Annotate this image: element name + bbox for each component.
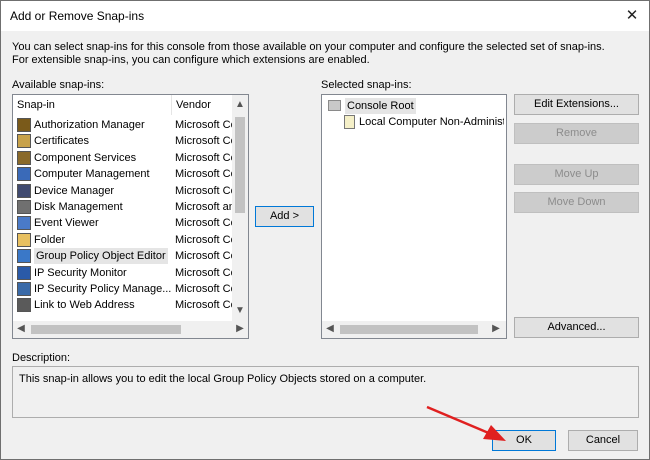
tree-item-label: Local Computer Non-Administra <box>359 116 504 128</box>
snapin-vendor: Microsoft Co <box>175 250 232 263</box>
snapin-name: Group Policy Object Editor <box>34 248 168 265</box>
snapin-name: IP Security Policy Manage... <box>34 283 172 295</box>
scroll-right-arrow-icon[interactable]: ▶ <box>232 321 248 337</box>
annotation-arrow-icon <box>426 405 506 441</box>
column-header-snapin[interactable]: Snap-in <box>13 95 169 115</box>
snapin-list-item[interactable]: Folder Microsoft Co <box>17 232 232 248</box>
snapin-list-item[interactable]: Event Viewer Microsoft Co <box>17 215 232 231</box>
description-text: This snap-in allows you to edit the loca… <box>19 373 427 385</box>
add-remove-snapins-dialog: Add or Remove Snap-ins ✕ You can select … <box>0 0 650 460</box>
close-icon: ✕ <box>625 7 639 24</box>
intro-text: You can select snap-ins for this console… <box>12 41 605 66</box>
description-box: This snap-in allows you to edit the loca… <box>12 366 639 418</box>
horizontal-scroll-thumb[interactable] <box>340 325 478 334</box>
horizontal-scrollbar[interactable]: ◀ ▶ <box>13 321 248 338</box>
scroll-down-arrow-icon[interactable]: ▼ <box>232 303 248 319</box>
move-up-button[interactable]: Move Up <box>514 164 639 185</box>
snapin-list-item[interactable]: Link to Web Address Microsoft Co <box>17 297 232 313</box>
cancel-button[interactable]: Cancel <box>568 430 638 451</box>
snapin-vendor: Microsoft Co <box>175 283 232 295</box>
snapin-vendor: Microsoft Co <box>175 151 232 164</box>
horizontal-scroll-thumb[interactable] <box>31 325 181 334</box>
snapin-vendor: Microsoft Co <box>175 233 232 246</box>
ip-security-monitor-icon <box>17 265 31 280</box>
computer-management-icon <box>17 167 31 182</box>
snapin-name: Event Viewer <box>34 217 99 230</box>
tree-item-label: Console Root <box>345 98 416 114</box>
snapin-vendor: Microsoft Co <box>175 266 232 279</box>
snapin-name: Disk Management <box>34 201 123 213</box>
scroll-right-arrow-icon[interactable]: ▶ <box>488 321 504 337</box>
snapin-list-item[interactable]: Device Manager Microsoft Co <box>17 183 232 199</box>
selected-snapins-label: Selected snap-ins: <box>321 79 412 91</box>
device-manager-icon <box>17 183 31 198</box>
snapin-vendor: Microsoft Co <box>175 299 232 312</box>
snapin-list-item[interactable]: Authorization Manager Microsoft Co <box>17 117 232 133</box>
snapin-vendor: Microsoft an <box>175 201 232 213</box>
horizontal-scrollbar[interactable]: ◀ ▶ <box>322 321 506 338</box>
snapin-list-item[interactable]: Certificates Microsoft Co <box>17 133 232 149</box>
snapin-vendor: Microsoft Co <box>175 184 232 197</box>
column-header-vendor[interactable]: Vendor <box>171 95 227 115</box>
scroll-up-arrow-icon[interactable]: ▲ <box>232 97 248 113</box>
link-icon <box>17 298 31 313</box>
snapin-list-item[interactable]: Disk Management Microsoft an <box>17 199 232 215</box>
snapin-vendor: Microsoft Co <box>175 119 232 131</box>
close-button[interactable]: ✕ <box>619 4 645 28</box>
selected-snapins-tree[interactable]: Console Root Local Computer Non-Administ… <box>321 94 507 339</box>
snapin-list-item[interactable]: Component Services Microsoft Co <box>17 150 232 166</box>
add-button[interactable]: Add > <box>255 206 314 227</box>
available-snapins-label: Available snap-ins: <box>12 79 105 91</box>
snapin-name: Folder <box>34 233 66 246</box>
snapin-name: Computer Management <box>34 168 150 181</box>
snapin-name: Device Manager <box>34 184 115 197</box>
event-viewer-icon <box>17 216 31 231</box>
snapin-name: Link to Web Address <box>34 299 135 312</box>
snapin-name: Component Services <box>34 151 137 164</box>
group-policy-icon <box>17 249 31 264</box>
vertical-scrollbar[interactable]: ▲ ▼ <box>232 95 248 321</box>
snapin-vendor: Microsoft Co <box>175 168 232 181</box>
component-services-icon <box>17 150 31 165</box>
move-down-button[interactable]: Move Down <box>514 192 639 213</box>
authorization-manager-icon <box>17 118 31 132</box>
snapin-vendor: Microsoft Co <box>175 217 232 230</box>
available-snapins-list[interactable]: Snap-in Vendor Authorization Manager Micr… <box>12 94 249 339</box>
snapin-name: Authorization Manager <box>34 119 145 131</box>
snapin-name: IP Security Monitor <box>34 266 127 279</box>
certificates-icon <box>17 134 31 149</box>
title-bar[interactable]: Add or Remove Snap-ins ✕ <box>1 1 649 31</box>
scroll-left-arrow-icon[interactable]: ◀ <box>13 321 29 337</box>
disk-management-icon <box>17 200 31 214</box>
snapin-list-item[interactable]: IP Security Monitor Microsoft Co <box>17 265 232 281</box>
advanced-button[interactable]: Advanced... <box>514 317 639 338</box>
policy-document-icon <box>344 115 355 129</box>
snapin-vendor: Microsoft Co <box>175 135 232 148</box>
edit-extensions-button[interactable]: Edit Extensions... <box>514 94 639 115</box>
snapin-list-item[interactable]: IP Security Policy Manage... Microsoft Co <box>17 281 232 297</box>
folder-icon <box>17 232 31 247</box>
console-root-folder-icon <box>328 100 341 111</box>
snapin-list-item[interactable]: Group Policy Object Editor Microsoft Co <box>17 248 232 265</box>
snapin-name: Certificates <box>34 135 90 148</box>
remove-button[interactable]: Remove <box>514 123 639 144</box>
snapin-list-item[interactable]: Computer Management Microsoft Co <box>17 166 232 182</box>
tree-item-local-computer-policy[interactable]: Local Computer Non-Administra <box>344 114 504 130</box>
vertical-scroll-thumb[interactable] <box>235 117 245 213</box>
window-title: Add or Remove Snap-ins <box>10 9 145 23</box>
scroll-left-arrow-icon[interactable]: ◀ <box>322 321 338 337</box>
description-label: Description: <box>12 352 71 364</box>
ip-security-policy-icon <box>17 282 31 296</box>
